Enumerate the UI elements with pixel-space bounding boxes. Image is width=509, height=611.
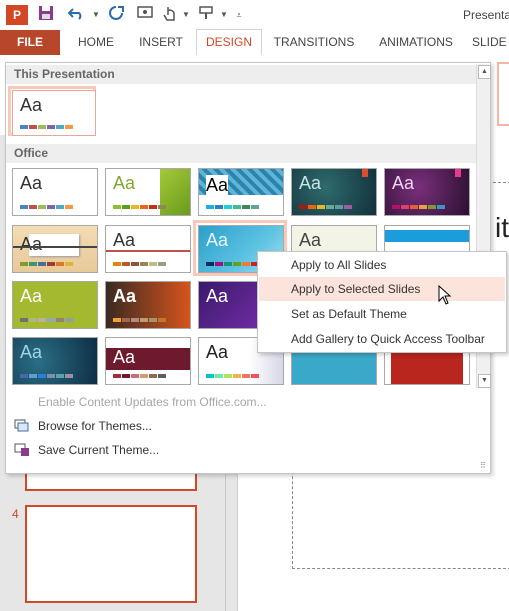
theme-color-bars — [113, 374, 167, 378]
add-gallery-to-qat-item[interactable]: Add Gallery to Quick Access Toolbar — [259, 327, 505, 351]
theme-sample-text: Aa — [113, 230, 136, 250]
tab-home[interactable]: HOME — [66, 30, 126, 55]
touch-dropdown-icon[interactable]: ▼ — [176, 5, 196, 25]
theme-thumbnail-frame[interactable]: Aa — [105, 337, 191, 385]
theme-color-bars — [206, 205, 260, 209]
theme-sample-text: Aa — [206, 342, 229, 362]
theme-color-bars — [20, 318, 74, 322]
theme-color-bars — [206, 374, 260, 378]
apply-to-all-slides-item[interactable]: Apply to All Slides — [259, 253, 505, 277]
theme-sample-text: Aa — [206, 286, 229, 306]
theme-sample-text: Aa — [113, 286, 137, 306]
theme-sample-text: Aa — [20, 342, 43, 362]
window-title: Presentat — [463, 8, 509, 22]
theme-line — [106, 250, 190, 252]
theme-sample-text: Aa — [20, 173, 43, 193]
redo-icon[interactable] — [106, 5, 126, 25]
variant-thumbnail[interactable] — [497, 62, 509, 126]
tab-file[interactable]: FILE — [0, 30, 60, 55]
browse-for-themes-command[interactable]: Browse for Themes... — [38, 415, 152, 437]
apply-to-selected-slides-item[interactable]: Apply to Selected Slides — [259, 277, 505, 301]
theme-color-bars — [113, 262, 167, 266]
tab-design[interactable]: DESIGN — [196, 29, 262, 55]
theme-thumbnail-basis[interactable]: Aa — [12, 281, 98, 329]
theme-band — [385, 230, 469, 242]
undo-dropdown-icon[interactable]: ▼ — [86, 5, 106, 25]
theme-thumbnail-circuit[interactable]: Aa — [105, 281, 191, 329]
theme-color-bars — [113, 318, 167, 322]
resize-grip-icon[interactable]: ⠿ — [480, 461, 486, 470]
start-slideshow-icon[interactable] — [136, 5, 156, 25]
set-as-default-theme-item[interactable]: Set as Default Theme — [259, 302, 505, 326]
theme-color-bars — [299, 205, 353, 209]
browse-themes-icon — [14, 419, 30, 433]
theme-line — [13, 246, 97, 248]
format-painter-icon[interactable] — [196, 5, 216, 25]
theme-thumbnail-integral[interactable]: Aa — [198, 168, 284, 216]
slide-thumbnail[interactable] — [25, 505, 197, 603]
theme-color-bars — [20, 205, 74, 209]
tab-slideshow[interactable]: SLIDE — [472, 30, 509, 55]
save-theme-icon — [14, 443, 30, 457]
tab-insert[interactable]: INSERT — [130, 30, 192, 55]
theme-thumbnail-retrospect[interactable]: Aa — [105, 225, 191, 273]
theme-thumbnail-ion-boardroom[interactable]: Aa — [291, 168, 377, 216]
theme-color-bars — [20, 262, 74, 266]
theme-accent-tab — [455, 169, 461, 177]
theme-color-bars — [20, 125, 74, 129]
theme-sample-text: Aa — [206, 175, 229, 196]
theme-accent-tab — [362, 169, 368, 177]
theme-color-bars — [392, 205, 446, 209]
theme-thumbnail-ion[interactable]: Aa — [384, 168, 470, 216]
ribbon-tabs: FILE HOME INSERT DESIGN TRANSITIONS ANIM… — [0, 29, 509, 55]
theme-sample-text: Aa — [299, 230, 322, 250]
theme-color-bars — [113, 205, 167, 209]
customize-qat-icon[interactable]: ⩡ — [229, 5, 249, 25]
quick-access-toolbar: P ▼ ▼ ▼ ⩡ Presentat — [0, 0, 509, 30]
theme-context-menu: Apply to All Slides Apply to Selected Sl… — [257, 251, 507, 353]
theme-sample-text: Aa — [206, 230, 229, 250]
tab-transitions[interactable]: TRANSITIONS — [266, 30, 362, 55]
mouse-pointer-icon — [438, 284, 452, 308]
scroll-down-icon[interactable]: ▼ — [478, 374, 491, 388]
scroll-up-icon[interactable]: ▲ — [478, 65, 491, 79]
undo-icon[interactable] — [66, 5, 86, 25]
theme-thumbnail-facet[interactable]: Aa — [105, 168, 191, 216]
theme-thumbnail-organic[interactable]: Aa — [12, 225, 98, 273]
theme-sample-text: Aa — [20, 286, 43, 306]
section-header-office: Office — [6, 144, 476, 163]
powerpoint-app-icon[interactable]: P — [6, 5, 28, 25]
theme-sample-text: Aa — [20, 95, 43, 115]
theme-band — [391, 352, 463, 384]
theme-thumbnail-current[interactable]: Aa — [12, 90, 96, 136]
theme-sample-text: Aa — [113, 347, 136, 367]
theme-sample-text: Aa — [20, 234, 43, 254]
slide-number: 4 — [12, 507, 19, 521]
save-current-theme-command[interactable]: Save Current Theme... — [38, 439, 159, 461]
theme-sample-text: Aa — [392, 173, 415, 193]
save-icon[interactable] — [36, 5, 56, 25]
theme-sample-text: Aa — [299, 173, 322, 193]
theme-color-bars — [20, 374, 74, 378]
theme-sample-text: Aa — [113, 173, 136, 193]
slide-title-text: it — [495, 212, 509, 243]
tab-animations[interactable]: ANIMATIONS — [368, 30, 464, 55]
theme-thumbnail-dividend[interactable]: Aa — [12, 337, 98, 385]
section-header-this-presentation: This Presentation — [6, 65, 476, 84]
theme-color-bars — [206, 262, 260, 266]
enable-content-updates-command: Enable Content Updates from Office.com..… — [38, 395, 267, 409]
theme-thumbnail-office[interactable]: Aa — [12, 168, 98, 216]
